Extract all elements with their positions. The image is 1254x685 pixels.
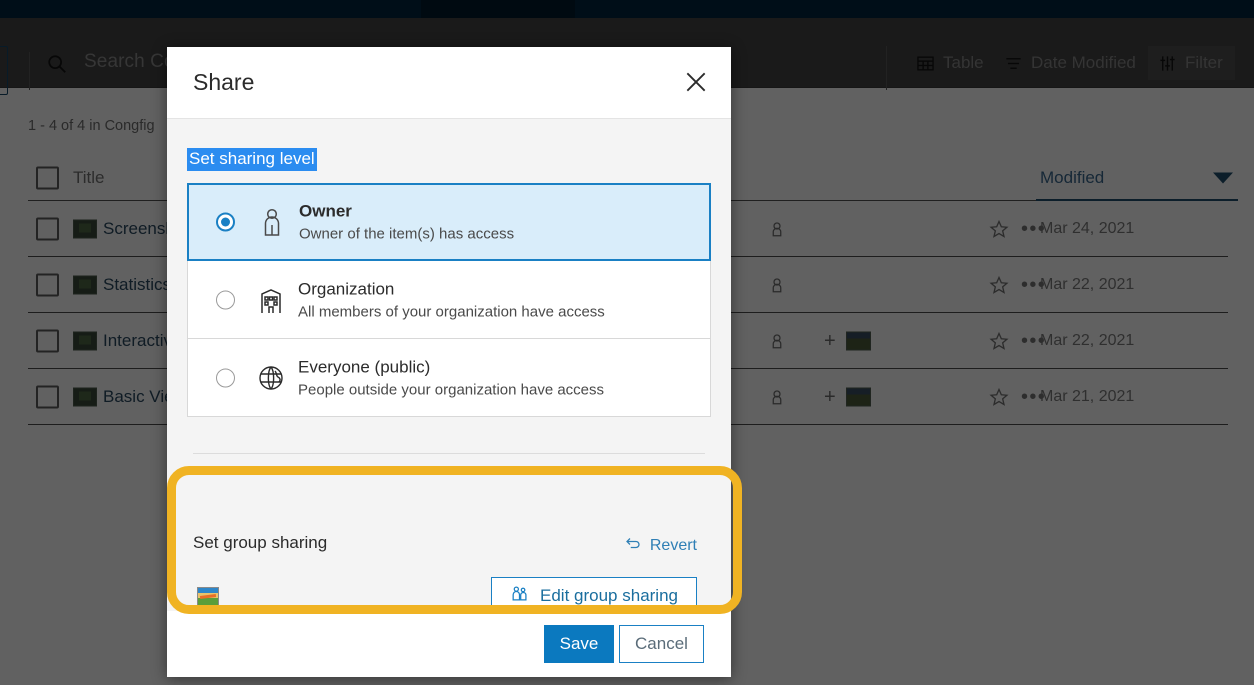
globe-icon <box>256 362 286 394</box>
screen: Search Configurable Apps Table <box>0 0 1254 685</box>
sharing-option-organization[interactable]: Organization All members of your organiz… <box>187 261 711 339</box>
sharing-level-options: Owner Owner of the item(s) has access Or… <box>187 183 711 417</box>
dialog-title: Share <box>193 69 255 95</box>
sharing-option-owner[interactable]: Owner Owner of the item(s) has access <box>187 183 711 261</box>
dialog-footer: Save Cancel <box>167 611 731 677</box>
share-dialog: Share Set sharing level Owner Owner of t… <box>167 47 731 677</box>
sharing-option-organization-desc: All members of your organization have ac… <box>298 303 605 320</box>
group-map-thumbnail <box>197 587 219 607</box>
sharing-option-everyone-title: Everyone (public) <box>298 357 431 376</box>
sharing-option-owner-text: Owner Owner of the item(s) has access <box>299 202 514 243</box>
group-sharing-title: Set group sharing <box>193 533 328 552</box>
sharing-option-everyone[interactable]: Everyone (public) People outside your or… <box>187 339 711 417</box>
set-sharing-level-label: Set sharing level <box>187 148 317 171</box>
close-icon[interactable] <box>683 69 709 95</box>
undo-arrow-icon <box>624 534 642 557</box>
save-button[interactable]: Save <box>544 625 614 663</box>
radio-everyone[interactable] <box>216 368 235 387</box>
person-icon <box>257 206 287 238</box>
edit-group-sharing-button[interactable]: Edit group sharing <box>491 577 697 615</box>
revert-button[interactable]: Revert <box>624 534 697 557</box>
edit-group-sharing-label: Edit group sharing <box>540 586 678 605</box>
radio-organization[interactable] <box>216 290 235 309</box>
sharing-option-owner-desc: Owner of the item(s) has access <box>299 225 515 243</box>
cancel-button[interactable]: Cancel <box>619 625 704 663</box>
revert-label: Revert <box>649 536 697 554</box>
dialog-body: Set sharing level Owner Owner of the ite… <box>167 119 731 417</box>
sharing-option-organization-text: Organization All members of your organiz… <box>298 279 605 320</box>
building-icon <box>256 284 286 316</box>
section-divider <box>193 453 705 454</box>
sharing-option-everyone-desc: People outside your organization have ac… <box>298 381 605 398</box>
group-people-icon <box>510 584 529 608</box>
dialog-header: Share <box>167 47 731 119</box>
radio-owner[interactable] <box>216 212 235 232</box>
sharing-option-owner-title: Owner <box>299 201 352 221</box>
sharing-option-everyone-text: Everyone (public) People outside your or… <box>298 357 604 398</box>
sharing-option-organization-title: Organization <box>298 279 395 298</box>
